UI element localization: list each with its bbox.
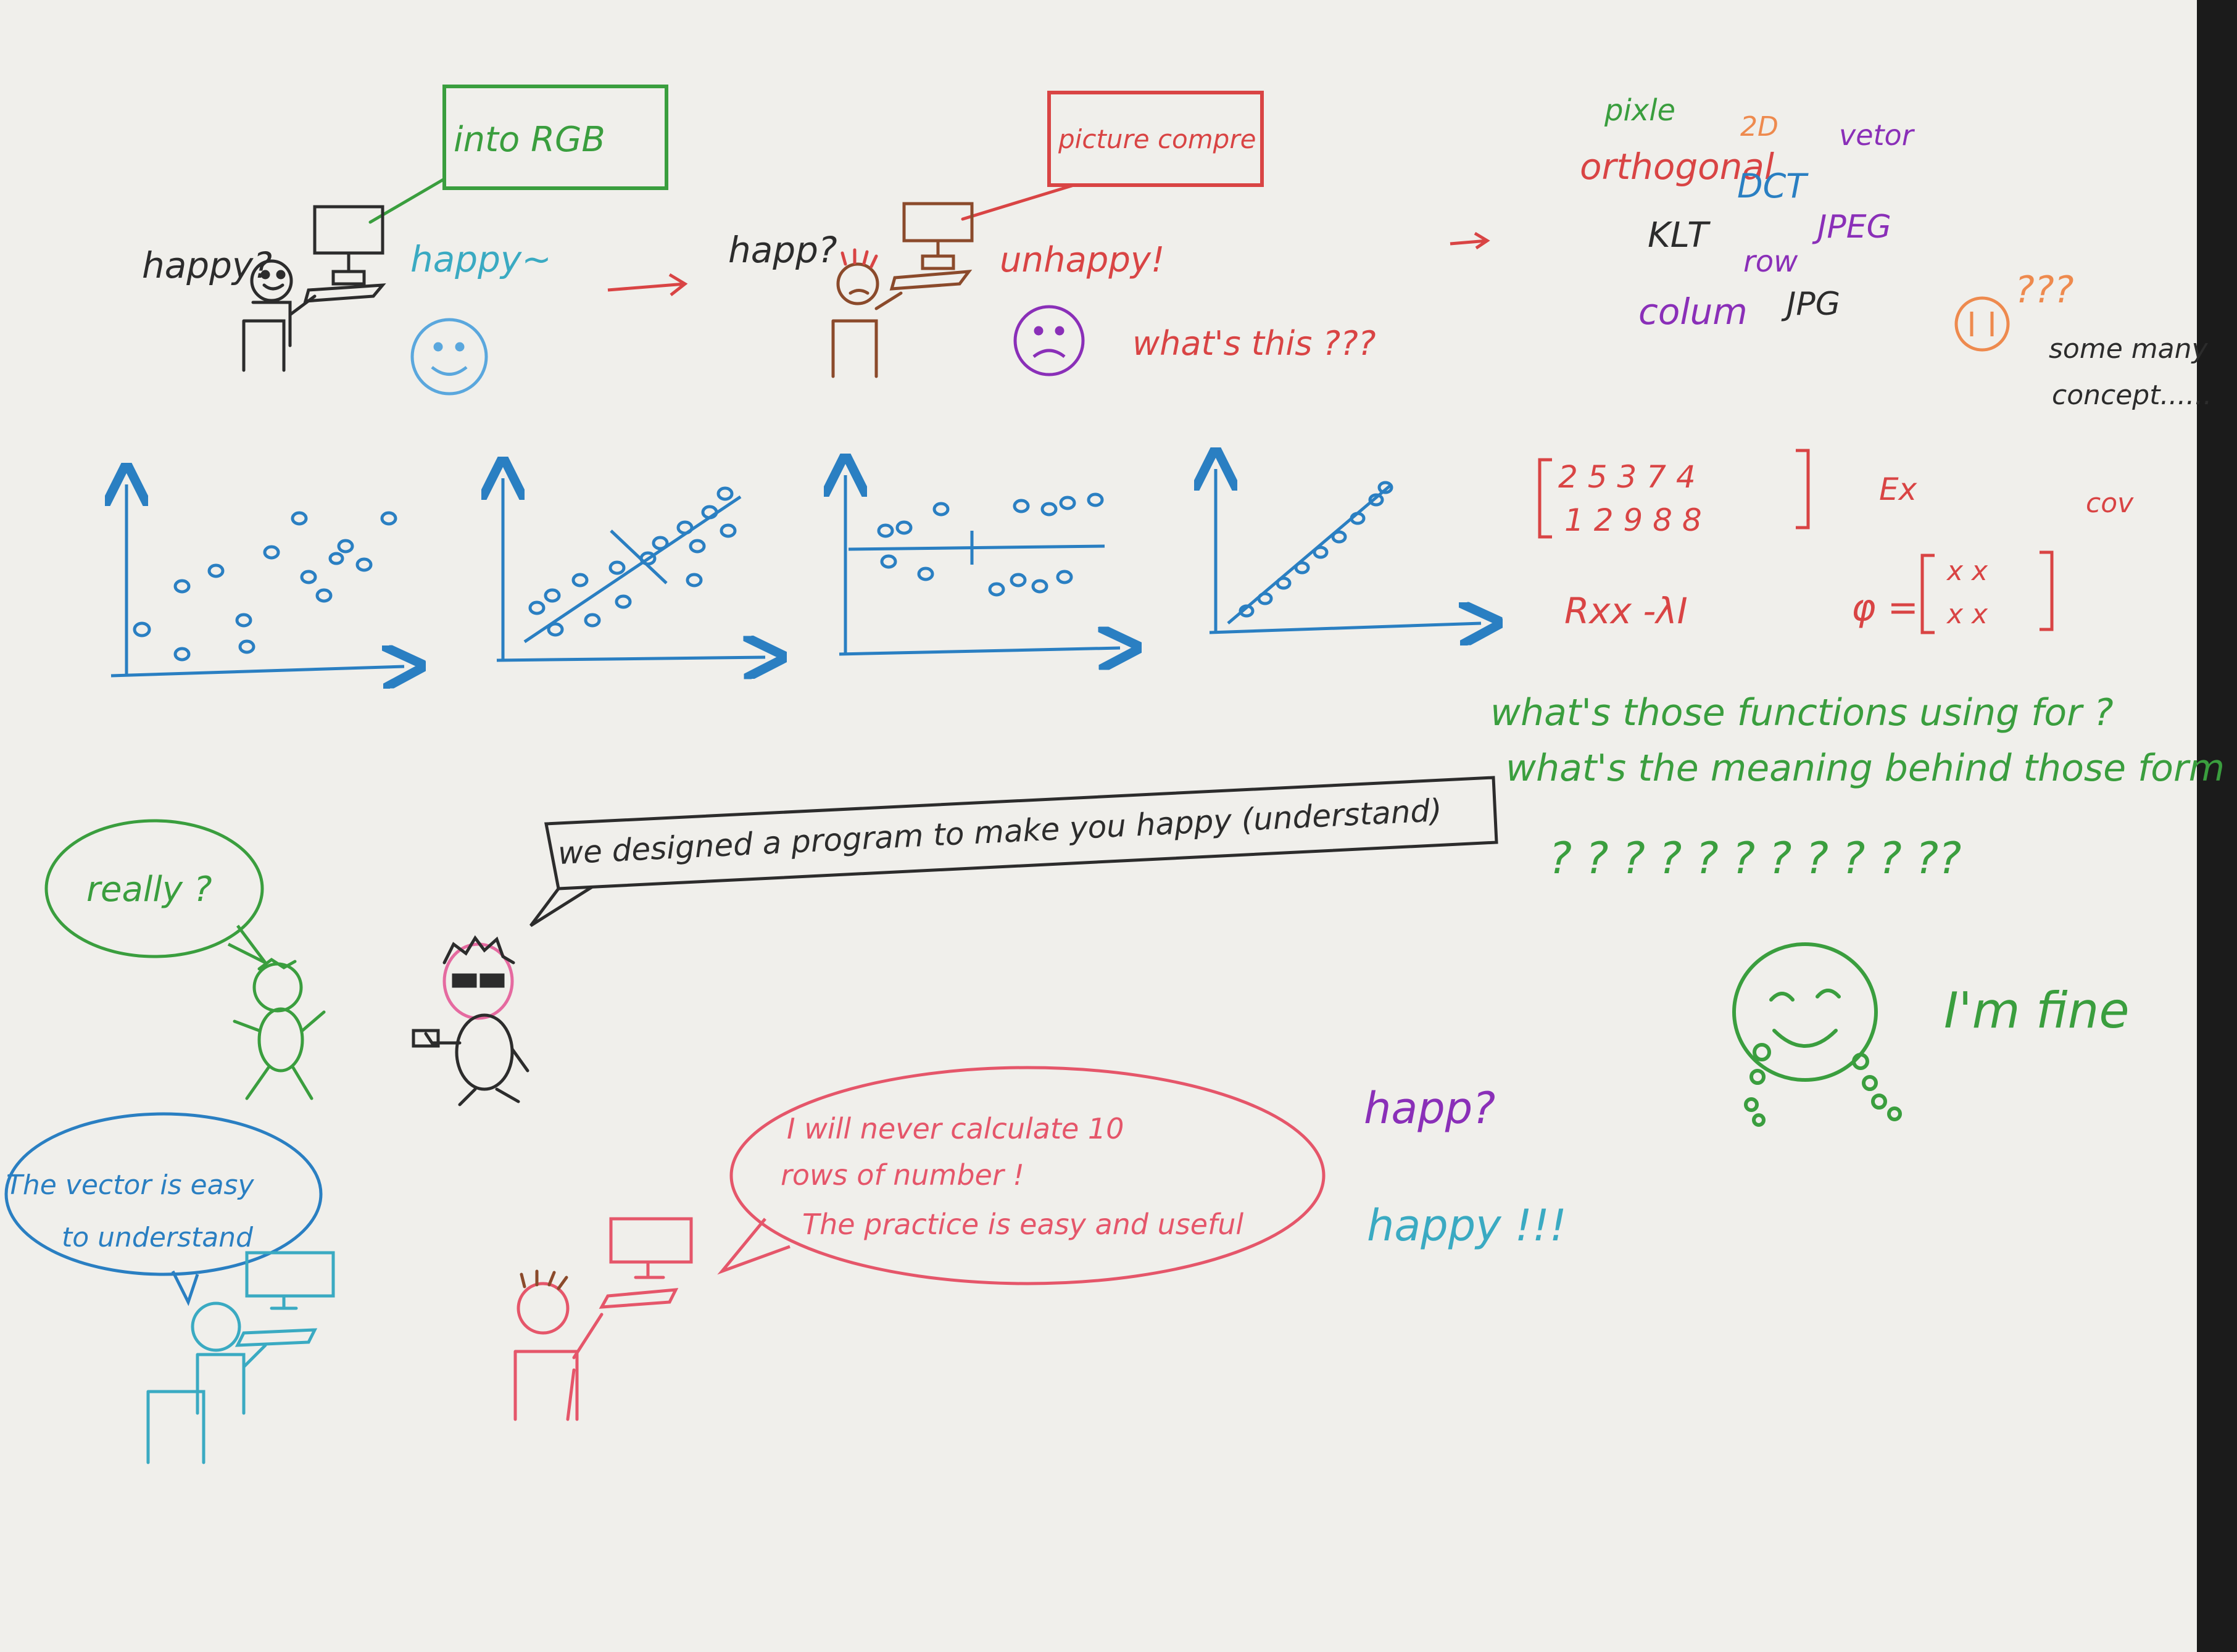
into-rgb-note: into RGB	[454, 120, 605, 160]
im-fine-text: I'm fine	[1944, 982, 2130, 1039]
unhappy-answer: unhappy!	[1000, 240, 1164, 280]
concept-dct: DCT	[1737, 167, 1809, 205]
concept-row: row	[1743, 244, 1798, 279]
concept-pixle: pixle	[1604, 93, 1675, 128]
concept-klt: KLT	[1648, 215, 1711, 255]
matrix-row-1: 2 5 3 7 4	[1558, 459, 1696, 495]
happ-bottom: happ?	[1364, 1083, 1495, 1134]
calc-bubble-line-3: The practice is easy and useful	[802, 1208, 1243, 1241]
concept-marks: ???	[2015, 268, 2074, 312]
phi-formula: φ =	[1851, 586, 1919, 629]
happ-question: happ?	[728, 229, 837, 271]
concept-jpeg: JPEG	[1812, 209, 1891, 246]
vector-bubble-line-1: The vector is easy	[6, 1169, 254, 1201]
calc-bubble-line-1: I will never calculate 10	[787, 1112, 1124, 1145]
desk-edge	[2197, 0, 2237, 1652]
question-marks: ? ? ? ? ? ? ? ? ? ? ??	[1549, 833, 1961, 884]
concept-note-1: some many	[2049, 333, 2208, 365]
happy-question: happy?	[142, 244, 272, 286]
happy-bottom: happy !!!	[1367, 1200, 1567, 1251]
calc-bubble-line-2: rows of number !	[781, 1158, 1024, 1192]
vector-bubble-line-2: to understand	[62, 1222, 254, 1253]
phi-matrix-row-1: x x	[1946, 555, 1988, 587]
happy-answer: happy~	[410, 238, 552, 280]
question-line-2: what's the meaning behind those form	[1506, 747, 2225, 790]
expectation-label: Ex	[1879, 471, 1917, 507]
covariance-label: cov	[2086, 488, 2134, 519]
concept-note-2: concept......	[2052, 380, 2212, 411]
rxx-formula: Rxx -λI	[1564, 590, 1688, 632]
really-text: really ?	[86, 870, 212, 910]
matrix-row-2: 1 2 9 8 8	[1564, 502, 1702, 538]
picture-compre-note: picture compre	[1058, 124, 1256, 154]
phi-matrix-row-2: x x	[1946, 599, 1988, 630]
concept-column: colum	[1638, 291, 1748, 333]
whats-this-text: what's this ???	[1132, 324, 1376, 363]
concept-vetor: vetor	[1839, 118, 1915, 152]
question-line-1: what's those functions using for ?	[1490, 691, 2114, 734]
concept-2d: 2D	[1740, 111, 1778, 143]
sketch-page: happy? into RGB happy~ happ? picture com…	[0, 0, 2237, 1652]
concept-jpg: JPG	[1781, 286, 1840, 323]
